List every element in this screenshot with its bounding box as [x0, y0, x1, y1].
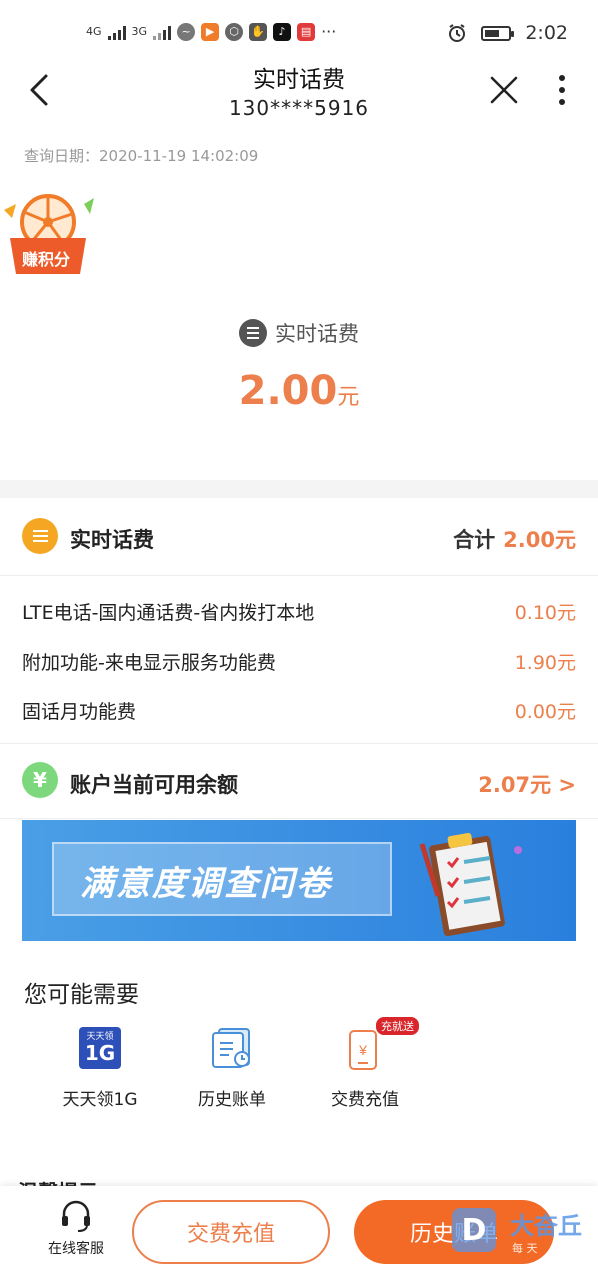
svg-text:¥: ¥ — [358, 1042, 367, 1058]
customer-service-button[interactable]: 在线客服 — [40, 1198, 112, 1258]
earn-points-badge[interactable]: 赚积分 — [2, 190, 98, 280]
fee-item-name: 固话月功能费 — [22, 701, 137, 723]
network-type-1: 4G — [86, 25, 102, 38]
watermark-d-icon: D — [452, 1208, 496, 1252]
watermark-text: 大奋丘 — [510, 1212, 582, 1240]
balance-value-link[interactable]: 2.07元 > — [478, 769, 576, 799]
alarm-icon — [449, 24, 466, 42]
tiktok-icon: ♪ — [273, 22, 292, 41]
service-label: 天天领1G — [62, 1090, 138, 1110]
more-options-icon[interactable] — [550, 72, 574, 108]
fee-item-value: 1.90元 — [514, 652, 576, 674]
promo-badge: 充就送 — [376, 1017, 419, 1035]
battery-icon — [481, 25, 515, 41]
hand-app-icon: ✋ — [249, 22, 268, 41]
history-bill-icon — [209, 1025, 255, 1071]
watermark-logo: D 大奋丘 每 天 — [450, 1202, 590, 1262]
summary-amount: 2.00元 — [0, 368, 598, 414]
service-data-1g[interactable]: 天天领 1G 天天领1G — [50, 1025, 150, 1110]
fee-line-item: 固话月功能费 0.00元 — [22, 697, 576, 723]
more-notifications-icon: ··· — [321, 22, 337, 41]
fee-list-icon — [22, 518, 58, 554]
clipboard-icon — [419, 833, 522, 937]
summary-label: 实时话费 — [275, 322, 359, 346]
close-icon[interactable] — [486, 72, 522, 108]
network-type-2: 3G — [131, 25, 148, 38]
fee-item-value: 0.00元 — [514, 701, 576, 723]
divider — [0, 818, 598, 819]
fee-item-name: 附加功能-来电显示服务功能费 — [22, 652, 276, 674]
service-recharge[interactable]: ¥ 充就送 交费充值 — [315, 1017, 419, 1110]
summary-amount-unit: 元 — [337, 385, 360, 410]
recharge-icon: ¥ 充就送 — [342, 1017, 419, 1071]
fee-total-value: 2.00元 — [503, 528, 576, 552]
hexagon-app-icon: ⬡ — [225, 22, 244, 41]
status-icons-left: 4G 3G ~ ▶ ⬡ ✋ ♪ ▤ ··· — [86, 22, 336, 41]
fee-item-name: LTE电话-国内通话费-省内拨打本地 — [22, 602, 315, 624]
summary-amount-value: 2.00 — [238, 368, 338, 414]
fee-line-item: LTE电话-国内通话费-省内拨打本地 0.10元 — [22, 598, 576, 624]
earn-points-label: 赚积分 — [22, 250, 71, 269]
data-1g-icon: 天天领 1G — [77, 1025, 123, 1071]
yuan-icon: ¥ — [22, 762, 58, 798]
divider — [0, 743, 598, 744]
service-label: 历史账单 — [198, 1090, 266, 1110]
list-icon — [239, 319, 267, 347]
fee-section-title: 实时话费 — [70, 528, 154, 552]
status-icons-right: 2:02 — [447, 22, 568, 44]
section-divider — [0, 480, 598, 498]
balance-title: 账户当前可用余额 — [70, 773, 238, 797]
survey-banner[interactable]: 满意度调查问卷 — [22, 820, 576, 941]
fee-item-value: 0.10元 — [514, 602, 576, 624]
data-1g-icon-text: 1G — [84, 1041, 116, 1065]
video-app-icon: ▶ — [201, 22, 220, 41]
service-history-bill[interactable]: 历史账单 — [182, 1025, 282, 1110]
clock-time: 2:02 — [525, 22, 568, 44]
fee-total: 合计 2.00元 — [453, 524, 576, 554]
may-need-title: 您可能需要 — [24, 982, 139, 1008]
headset-icon — [62, 1200, 90, 1232]
sound-app-icon: ~ — [177, 22, 196, 41]
signal-icon — [107, 24, 126, 40]
banner-text: 满意度调查问卷 — [80, 864, 332, 904]
book-app-icon: ▤ — [297, 22, 316, 41]
fee-line-item: 附加功能-来电显示服务功能费 1.90元 — [22, 648, 576, 674]
recharge-button[interactable]: 交费充值 — [132, 1200, 330, 1264]
customer-service-label: 在线客服 — [48, 1241, 104, 1257]
watermark-sub: 每 天 — [512, 1242, 538, 1255]
query-date: 查询日期：2020-11-19 14:02:09 — [24, 147, 259, 165]
service-label: 交费充值 — [331, 1090, 399, 1110]
fee-total-label: 合计 — [453, 528, 496, 552]
signal-icon-2 — [153, 24, 172, 40]
summary-header: 实时话费 — [0, 318, 598, 348]
